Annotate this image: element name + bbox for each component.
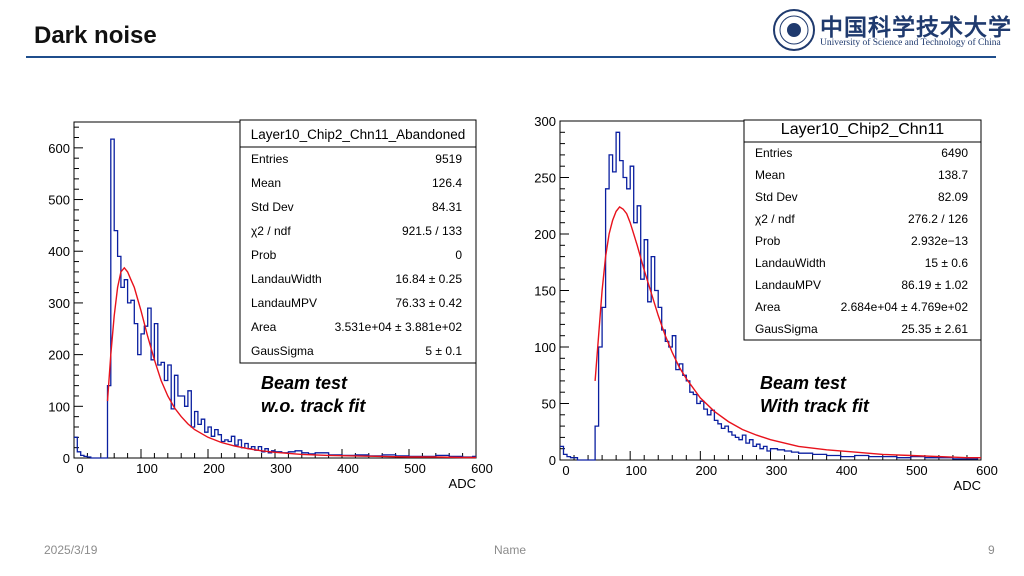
y-tick-label: 50 [542,397,556,412]
stats-value: 15 ± 0.6 [925,256,969,270]
footer-date: 2025/3/19 [44,543,98,557]
page-number: 9 [988,543,995,557]
stats-label: LandauWidth [755,256,826,270]
stats-value: 2.932e−13 [911,234,968,248]
y-tick-label: 200 [534,227,556,242]
y-tick-label: 250 [534,171,556,186]
x-tick-label: 600 [976,463,998,478]
stats-label: Mean [755,168,785,182]
stats-label: Area [755,300,781,314]
x-tick-label: 500 [906,463,928,478]
y-tick-label: 0 [549,453,556,468]
stats-label: Prob [755,234,781,248]
stats-label: χ2 / ndf [755,212,795,226]
stats-label: Std Dev [755,190,798,204]
x-tick-label: 300 [766,463,788,478]
footer-name: Name [494,543,527,557]
chart-annotation: With track fit [760,396,870,416]
chart-right: 0 100 200 300 400 500 600ADC 0 50 100 150 200 250 300… [534,114,998,493]
stats-value: 276.2 / 126 [908,212,968,226]
x-axis-label: ADC [954,478,981,493]
stats-label: Entries [755,146,792,160]
x-tick-label: 200 [695,463,717,478]
stats-value: 2.684e+04 ± 4.769e+02 [841,300,969,314]
stats-label: LandauMPV [755,278,821,292]
stats-value: 138.7 [938,168,968,182]
x-tick-label: 100 [625,463,647,478]
chart-annotation: Beam test [760,373,847,393]
stats-box-title: Layer10_Chip2_Chn11 [781,121,944,138]
y-tick-label: 150 [534,284,556,299]
stats-value: 6490 [941,146,968,160]
stats-label: GausSigma [755,322,818,336]
y-tick-label: 100 [534,340,556,355]
y-tick-label: 300 [534,114,556,129]
x-tick-label: 0 [562,463,569,478]
x-tick-label: 400 [836,463,858,478]
stats-value: 25.35 ± 2.61 [901,322,968,336]
stats-value: 82.09 [938,190,968,204]
stats-value: 86.19 ± 1.02 [901,278,968,292]
